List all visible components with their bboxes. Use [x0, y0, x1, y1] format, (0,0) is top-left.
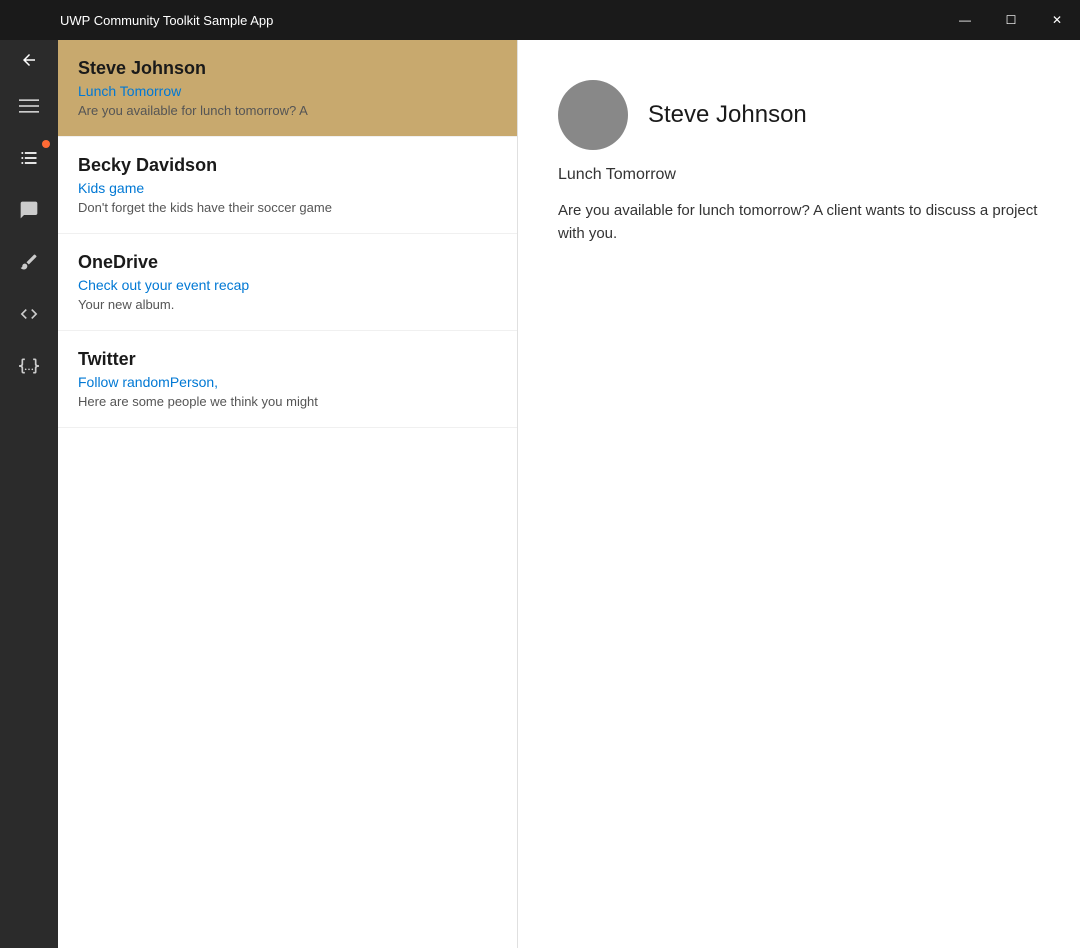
message-subject: Check out your event recap: [78, 277, 497, 293]
app-title: UWP Community Toolkit Sample App: [60, 13, 273, 28]
list-item[interactable]: Steve Johnson Lunch Tomorrow Are you ava…: [58, 40, 517, 137]
title-bar: UWP Community Toolkit Sample App — ☐ ✕: [0, 0, 1080, 40]
chat-icon[interactable]: [0, 184, 58, 236]
message-sender: Becky Davidson: [78, 155, 497, 176]
avatar: [558, 80, 628, 150]
detail-subject: Lunch Tomorrow: [558, 166, 1040, 184]
brush-icon[interactable]: [0, 236, 58, 288]
message-preview: Here are some people we think you might: [78, 394, 497, 409]
code-icon[interactable]: [0, 288, 58, 340]
detail-sender: Steve Johnson: [648, 101, 807, 129]
back-button[interactable]: [0, 40, 58, 80]
list-item[interactable]: Becky Davidson Kids game Don't forget th…: [58, 137, 517, 234]
detail-pane: Steve Johnson Lunch Tomorrow Are you ava…: [518, 40, 1080, 948]
message-sender: OneDrive: [78, 252, 497, 273]
message-list: Steve Johnson Lunch Tomorrow Are you ava…: [58, 40, 518, 948]
sidebar: [0, 40, 58, 948]
message-sender: Steve Johnson: [78, 58, 497, 79]
message-preview: Are you available for lunch tomorrow? A: [78, 103, 497, 118]
app-body: Steve Johnson Lunch Tomorrow Are you ava…: [0, 40, 1080, 948]
list-item[interactable]: Twitter Follow randomPerson, Here are so…: [58, 331, 517, 428]
list-item[interactable]: OneDrive Check out your event recap Your…: [58, 234, 517, 331]
minimize-button[interactable]: —: [942, 0, 988, 40]
message-subject: Lunch Tomorrow: [78, 83, 497, 99]
message-sender: Twitter: [78, 349, 497, 370]
maximize-button[interactable]: ☐: [988, 0, 1034, 40]
menu-icon[interactable]: [0, 80, 58, 132]
window-controls: — ☐ ✕: [942, 0, 1080, 40]
message-subject: Follow randomPerson,: [78, 374, 497, 390]
checklist-icon[interactable]: [0, 132, 58, 184]
message-preview: Don't forget the kids have their soccer …: [78, 200, 497, 215]
content-area: Steve Johnson Lunch Tomorrow Are you ava…: [58, 40, 1080, 948]
close-button[interactable]: ✕: [1034, 0, 1080, 40]
message-subject: Kids game: [78, 180, 497, 196]
detail-body: Are you available for lunch tomorrow? A …: [558, 200, 1040, 245]
detail-header: Steve Johnson: [558, 80, 1040, 150]
message-preview: Your new album.: [78, 297, 497, 312]
json-icon[interactable]: [0, 340, 58, 392]
